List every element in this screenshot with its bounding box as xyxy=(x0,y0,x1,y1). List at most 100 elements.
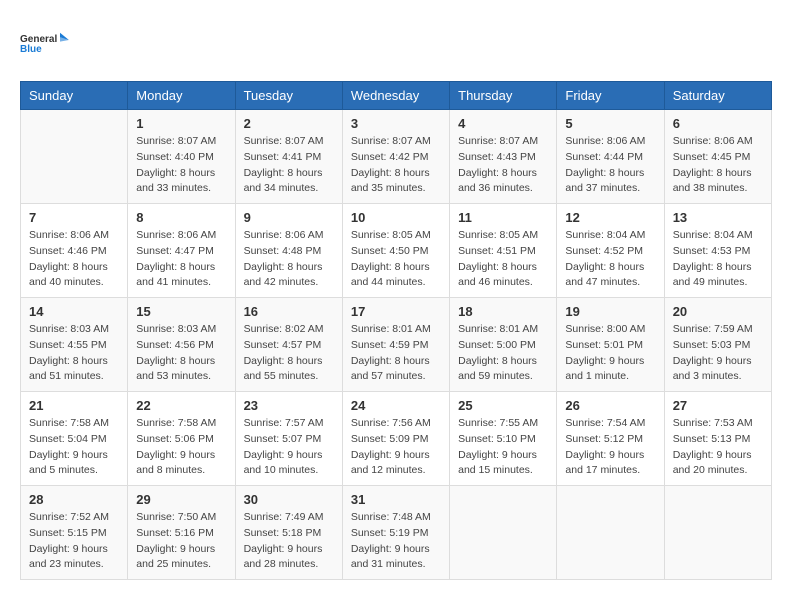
day-info: Sunrise: 7:59 AM Sunset: 5:03 PM Dayligh… xyxy=(673,322,763,385)
day-info: Sunrise: 7:52 AM Sunset: 5:15 PM Dayligh… xyxy=(29,510,119,573)
day-number: 22 xyxy=(136,398,226,413)
day-info: Sunrise: 8:07 AM Sunset: 4:40 PM Dayligh… xyxy=(136,134,226,197)
day-number: 17 xyxy=(351,304,441,319)
day-number: 23 xyxy=(244,398,334,413)
svg-text:General: General xyxy=(20,34,57,45)
calendar-cell: 21 Sunrise: 7:58 AM Sunset: 5:04 PM Dayli… xyxy=(21,392,128,486)
week-row-2: 7Sunrise: 8:06 AM Sunset: 4:46 PM Daylig… xyxy=(21,204,772,298)
day-number: 21 xyxy=(29,398,119,413)
calendar-table: SundayMondayTuesdayWednesdayThursdayFrid… xyxy=(20,81,772,580)
day-info: Sunrise: 8:00 AM Sunset: 5:01 PM Dayligh… xyxy=(565,322,655,385)
day-number: 6 xyxy=(673,116,763,131)
calendar-cell: 29 Sunrise: 7:50 AM Sunset: 5:16 PM Dayli… xyxy=(128,486,235,580)
day-number: 24 xyxy=(351,398,441,413)
day-number: 11 xyxy=(458,210,548,225)
day-info: Sunrise: 8:07 AM Sunset: 4:43 PM Dayligh… xyxy=(458,134,548,197)
header-friday: Friday xyxy=(557,82,664,110)
header-wednesday: Wednesday xyxy=(342,82,449,110)
day-info: Sunrise: 8:06 AM Sunset: 4:47 PM Dayligh… xyxy=(136,228,226,291)
day-number: 2 xyxy=(244,116,334,131)
day-number: 7 xyxy=(29,210,119,225)
calendar-cell: 3Sunrise: 8:07 AM Sunset: 4:42 PM Daylig… xyxy=(342,110,449,204)
calendar-header-row: SundayMondayTuesdayWednesdayThursdayFrid… xyxy=(21,82,772,110)
day-number: 5 xyxy=(565,116,655,131)
calendar-cell: 12Sunrise: 8:04 AM Sunset: 4:52 PM Dayli… xyxy=(557,204,664,298)
day-info: Sunrise: 7:58 AM Sunset: 5:04 PM Dayligh… xyxy=(29,416,119,479)
day-info: Sunrise: 7:57 AM Sunset: 5:07 PM Dayligh… xyxy=(244,416,334,479)
calendar-cell: 6 Sunrise: 8:06 AM Sunset: 4:45 PM Daylig… xyxy=(664,110,771,204)
day-info: Sunrise: 7:54 AM Sunset: 5:12 PM Dayligh… xyxy=(565,416,655,479)
day-number: 10 xyxy=(351,210,441,225)
calendar-cell: 9 Sunrise: 8:06 AM Sunset: 4:48 PM Daylig… xyxy=(235,204,342,298)
day-info: Sunrise: 8:05 AM Sunset: 4:50 PM Dayligh… xyxy=(351,228,441,291)
week-row-1: 1 Sunrise: 8:07 AM Sunset: 4:40 PM Daylig… xyxy=(21,110,772,204)
day-number: 25 xyxy=(458,398,548,413)
day-number: 16 xyxy=(244,304,334,319)
day-info: Sunrise: 7:49 AM Sunset: 5:18 PM Dayligh… xyxy=(244,510,334,573)
calendar-cell: 16 Sunrise: 8:02 AM Sunset: 4:57 PM Dayli… xyxy=(235,298,342,392)
day-info: Sunrise: 8:01 AM Sunset: 5:00 PM Dayligh… xyxy=(458,322,548,385)
day-info: Sunrise: 8:03 AM Sunset: 4:55 PM Dayligh… xyxy=(29,322,119,385)
day-number: 28 xyxy=(29,492,119,507)
calendar-cell: 22 Sunrise: 7:58 AM Sunset: 5:06 PM Dayli… xyxy=(128,392,235,486)
day-info: Sunrise: 7:58 AM Sunset: 5:06 PM Dayligh… xyxy=(136,416,226,479)
header-sunday: Sunday xyxy=(21,82,128,110)
day-number: 15 xyxy=(136,304,226,319)
day-number: 1 xyxy=(136,116,226,131)
header-tuesday: Tuesday xyxy=(235,82,342,110)
day-number: 19 xyxy=(565,304,655,319)
day-info: Sunrise: 8:06 AM Sunset: 4:45 PM Dayligh… xyxy=(673,134,763,197)
calendar-cell: 17Sunrise: 8:01 AM Sunset: 4:59 PM Dayli… xyxy=(342,298,449,392)
header-saturday: Saturday xyxy=(664,82,771,110)
day-info: Sunrise: 8:03 AM Sunset: 4:56 PM Dayligh… xyxy=(136,322,226,385)
page-header: General Blue xyxy=(20,20,772,65)
day-number: 8 xyxy=(136,210,226,225)
day-number: 14 xyxy=(29,304,119,319)
calendar-cell: 28 Sunrise: 7:52 AM Sunset: 5:15 PM Dayli… xyxy=(21,486,128,580)
week-row-3: 14 Sunrise: 8:03 AM Sunset: 4:55 PM Dayli… xyxy=(21,298,772,392)
day-info: Sunrise: 7:48 AM Sunset: 5:19 PM Dayligh… xyxy=(351,510,441,573)
header-monday: Monday xyxy=(128,82,235,110)
calendar-cell: 19 Sunrise: 8:00 AM Sunset: 5:01 PM Dayli… xyxy=(557,298,664,392)
day-number: 9 xyxy=(244,210,334,225)
day-number: 29 xyxy=(136,492,226,507)
day-info: Sunrise: 8:05 AM Sunset: 4:51 PM Dayligh… xyxy=(458,228,548,291)
calendar-cell: 1 Sunrise: 8:07 AM Sunset: 4:40 PM Daylig… xyxy=(128,110,235,204)
header-thursday: Thursday xyxy=(450,82,557,110)
day-number: 30 xyxy=(244,492,334,507)
day-info: Sunrise: 8:07 AM Sunset: 4:42 PM Dayligh… xyxy=(351,134,441,197)
week-row-4: 21 Sunrise: 7:58 AM Sunset: 5:04 PM Dayli… xyxy=(21,392,772,486)
day-number: 20 xyxy=(673,304,763,319)
calendar-cell xyxy=(557,486,664,580)
day-info: Sunrise: 8:06 AM Sunset: 4:48 PM Dayligh… xyxy=(244,228,334,291)
day-info: Sunrise: 7:56 AM Sunset: 5:09 PM Dayligh… xyxy=(351,416,441,479)
day-info: Sunrise: 8:04 AM Sunset: 4:52 PM Dayligh… xyxy=(565,228,655,291)
day-info: Sunrise: 8:06 AM Sunset: 4:44 PM Dayligh… xyxy=(565,134,655,197)
logo-svg: General Blue xyxy=(20,20,70,65)
calendar-cell: 27Sunrise: 7:53 AM Sunset: 5:13 PM Dayli… xyxy=(664,392,771,486)
week-row-5: 28 Sunrise: 7:52 AM Sunset: 5:15 PM Dayli… xyxy=(21,486,772,580)
calendar-cell: 26 Sunrise: 7:54 AM Sunset: 5:12 PM Dayli… xyxy=(557,392,664,486)
day-number: 26 xyxy=(565,398,655,413)
calendar-cell xyxy=(21,110,128,204)
calendar-cell: 13 Sunrise: 8:04 AM Sunset: 4:53 PM Dayli… xyxy=(664,204,771,298)
calendar-cell: 24 Sunrise: 7:56 AM Sunset: 5:09 PM Dayli… xyxy=(342,392,449,486)
calendar-cell: 25 Sunrise: 7:55 AM Sunset: 5:10 PM Dayli… xyxy=(450,392,557,486)
calendar-cell: 5 Sunrise: 8:06 AM Sunset: 4:44 PM Daylig… xyxy=(557,110,664,204)
day-number: 4 xyxy=(458,116,548,131)
calendar-cell: 10 Sunrise: 8:05 AM Sunset: 4:50 PM Dayli… xyxy=(342,204,449,298)
day-info: Sunrise: 7:55 AM Sunset: 5:10 PM Dayligh… xyxy=(458,416,548,479)
day-info: Sunrise: 7:50 AM Sunset: 5:16 PM Dayligh… xyxy=(136,510,226,573)
calendar-cell: 2Sunrise: 8:07 AM Sunset: 4:41 PM Daylig… xyxy=(235,110,342,204)
day-number: 18 xyxy=(458,304,548,319)
calendar-cell: 23 Sunrise: 7:57 AM Sunset: 5:07 PM Dayli… xyxy=(235,392,342,486)
calendar-cell: 20 Sunrise: 7:59 AM Sunset: 5:03 PM Dayli… xyxy=(664,298,771,392)
day-info: Sunrise: 8:02 AM Sunset: 4:57 PM Dayligh… xyxy=(244,322,334,385)
calendar-cell: 11 Sunrise: 8:05 AM Sunset: 4:51 PM Dayli… xyxy=(450,204,557,298)
day-info: Sunrise: 7:53 AM Sunset: 5:13 PM Dayligh… xyxy=(673,416,763,479)
day-info: Sunrise: 8:04 AM Sunset: 4:53 PM Dayligh… xyxy=(673,228,763,291)
calendar-cell xyxy=(450,486,557,580)
day-number: 13 xyxy=(673,210,763,225)
calendar-cell xyxy=(664,486,771,580)
day-number: 31 xyxy=(351,492,441,507)
